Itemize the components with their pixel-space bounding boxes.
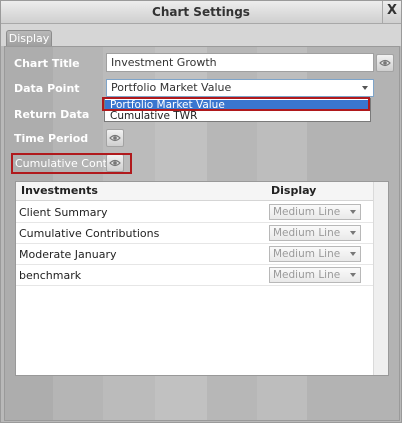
investment-name: Client Summary <box>19 206 108 219</box>
tab-strip: Display <box>1 24 401 47</box>
investment-name: Moderate January <box>19 248 117 261</box>
display-select-value: Medium Line <box>273 227 341 239</box>
display-select[interactable]: Medium Line <box>269 267 361 283</box>
eye-icon <box>379 59 391 67</box>
dropdown-arrow-icon <box>362 86 368 90</box>
cumulative-contributions-visibility-toggle[interactable] <box>106 154 124 172</box>
dialog-title: Chart Settings <box>152 5 250 19</box>
title-bar: Chart Settings X <box>1 1 401 24</box>
eye-icon <box>109 134 121 142</box>
investments-grid: Investments Display Client Summary Mediu… <box>15 181 389 376</box>
table-row: Cumulative Contributions Medium Line <box>16 223 388 244</box>
table-row: Moderate January Medium Line <box>16 244 388 265</box>
display-panel: Chart Title Investment Growth Data Point… <box>4 46 400 421</box>
table-row: benchmark Medium Line <box>16 265 388 286</box>
chart-title-label: Chart Title <box>14 57 80 70</box>
grid-scrollbar[interactable] <box>373 182 388 375</box>
display-select-value: Medium Line <box>273 269 341 281</box>
data-point-label: Data Point <box>14 82 80 95</box>
cumulative-contributions-label: Cumulative Contributions <box>15 157 107 170</box>
column-header-investments: Investments <box>21 184 98 197</box>
tab-display[interactable]: Display <box>6 30 52 47</box>
display-select[interactable]: Medium Line <box>269 246 361 262</box>
time-period-label: Time Period <box>14 132 89 145</box>
dropdown-arrow-icon <box>350 210 356 214</box>
display-select-value: Medium Line <box>273 206 341 218</box>
return-data-label: Return Data <box>14 108 90 121</box>
dropdown-arrow-icon <box>350 273 356 277</box>
time-period-visibility-toggle[interactable] <box>106 129 124 147</box>
data-point-selected-value: Portfolio Market Value <box>111 81 232 94</box>
close-button[interactable]: X <box>382 1 401 23</box>
display-select[interactable]: Medium Line <box>269 225 361 241</box>
column-header-display: Display <box>271 184 317 197</box>
table-row: Client Summary Medium Line <box>16 202 388 223</box>
dropdown-arrow-icon <box>350 231 356 235</box>
display-select-value: Medium Line <box>273 248 341 260</box>
data-point-dropdown-list: Portfolio Market Value Cumulative TWR <box>104 98 371 122</box>
chart-title-input[interactable]: Investment Growth <box>106 53 374 72</box>
chart-settings-dialog: Chart Settings X Display Chart Title Inv… <box>0 0 402 423</box>
grid-header: Investments Display <box>16 182 388 201</box>
chart-title-visibility-toggle[interactable] <box>376 54 394 72</box>
display-select[interactable]: Medium Line <box>269 204 361 220</box>
investment-name: benchmark <box>19 269 82 282</box>
eye-icon <box>109 159 121 167</box>
data-point-select[interactable]: Portfolio Market Value <box>106 79 374 97</box>
dropdown-arrow-icon <box>350 252 356 256</box>
investment-name: Cumulative Contributions <box>19 227 160 240</box>
dropdown-option-cumulative-twr[interactable]: Cumulative TWR <box>105 111 370 122</box>
